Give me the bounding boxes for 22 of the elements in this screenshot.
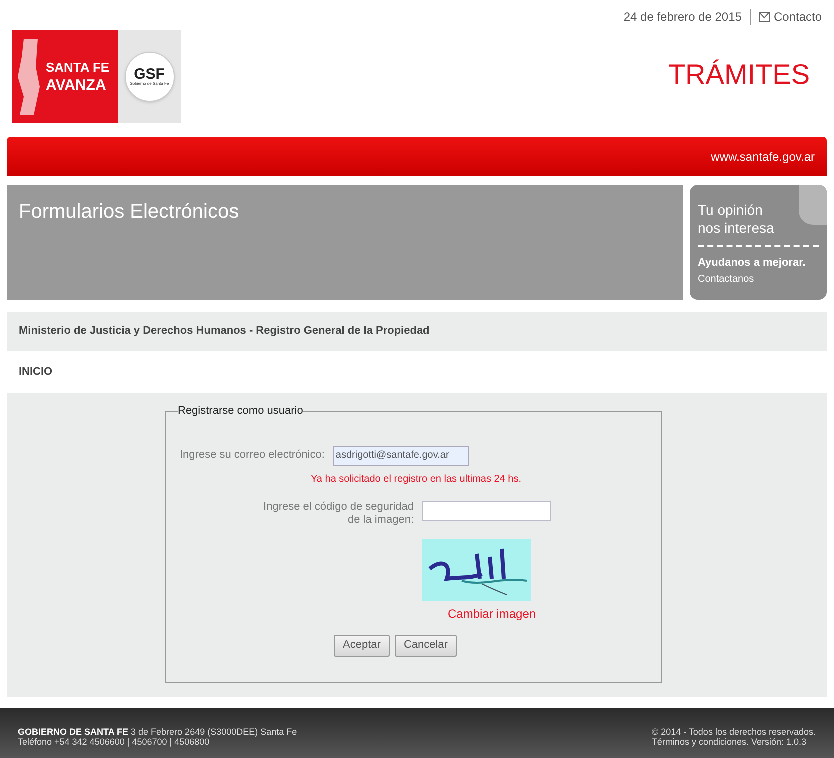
security-code-field[interactable]	[422, 500, 551, 520]
panel-legend: Registrarse como usuario	[178, 405, 304, 417]
date-text: 24 de febrero de 2015	[624, 9, 742, 26]
section-title: TRÁMITES	[668, 58, 810, 92]
envelope-icon	[758, 12, 770, 22]
accept-button[interactable]: Aceptar	[334, 634, 390, 656]
feedback-card[interactable]: Tu opinión nos interesa Ayudanos a mejorar. Contactanos	[690, 185, 827, 300]
breadcrumb-text: Ministerio de Justicia y Derechos Humanos - Registro General de la Propiedad	[19, 324, 430, 340]
terms-link[interactable]: Términos y condiciones. Versión: 1.0.3	[652, 737, 816, 747]
code-label: Ingrese el código de seguridad de la imagen:	[262, 500, 414, 526]
contact-link[interactable]: Contacto	[758, 8, 822, 26]
title-banner: Formularios Electrónicos	[7, 185, 683, 300]
footer-phone: Teléfono +54 342 4506600 | 4506700 | 4506800	[18, 737, 211, 747]
email-field[interactable]: asdrigotti@santafe.gov.ar	[332, 446, 469, 466]
page-heading: INICIO	[19, 364, 53, 380]
footer-copyright: © 2014 - Todos los derechos reservados.	[652, 727, 816, 737]
email-label: Ingrese su correo electrónico:	[180, 448, 325, 464]
header-bar: www.santafe.gov.ar	[7, 137, 827, 176]
change-image-link[interactable]: Cambiar imagen	[448, 604, 649, 622]
cancel-button[interactable]: Cancelar	[394, 634, 457, 656]
footer-address: GOBIERNO DE SANTA FE 3 de Febrero 2649 (S3000DEE) Santa Fe	[18, 727, 298, 737]
error-message: Ya ha solicitado el registro en las ultimas 24 hs.	[311, 474, 522, 484]
